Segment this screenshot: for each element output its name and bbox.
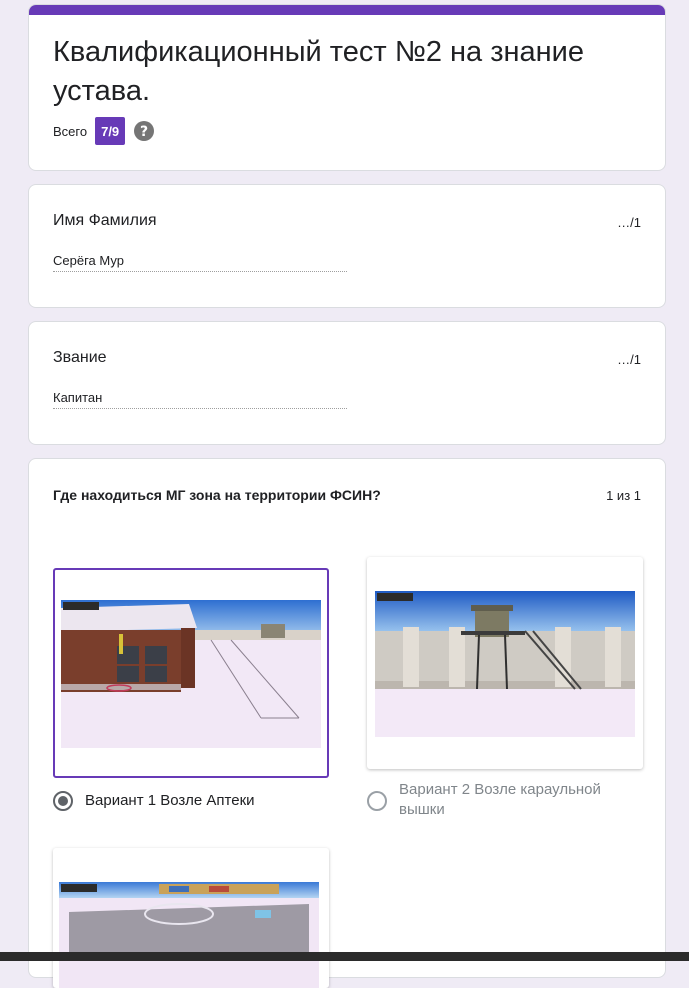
radio-checked-icon[interactable] [53, 791, 73, 811]
question-score: 1 из 1 [606, 488, 641, 503]
option-label-1[interactable]: Вариант 1 Возле Аптеки [85, 791, 325, 811]
form-header-card: Квалификационный тест №2 на знание устав… [28, 4, 666, 171]
option-image-helipad [59, 882, 319, 988]
header-accent-bar [29, 5, 665, 15]
question-answer: Капитан [53, 390, 347, 409]
help-circle-icon[interactable]: ? [134, 121, 155, 141]
question-title: Звание [53, 349, 107, 366]
question-answer: Серёга Мур [53, 253, 347, 272]
question-card-image-choice: Где находиться МГ зона на территории ФСИ… [28, 458, 666, 988]
total-score-row: Всего 7/9 ? [53, 117, 155, 145]
option-image-frame-2[interactable] [367, 557, 643, 769]
question-title: Имя Фамилия [53, 212, 157, 229]
radio-unchecked-icon[interactable] [367, 791, 387, 811]
form-title: Квалификационный тест №2 на знание устав… [53, 36, 585, 107]
question-card-rank: Звание …/1 Капитан [28, 321, 666, 445]
option-image-building [61, 600, 321, 748]
question-card-name: Имя Фамилия …/1 Серёга Мур [28, 184, 666, 308]
option-label-2[interactable]: Вариант 2 Возле караульной вышки [399, 780, 619, 820]
svg-text:?: ? [140, 124, 148, 140]
taskbar-strip [0, 952, 689, 961]
option-image-frame-1[interactable] [53, 568, 329, 778]
total-score-badge: 7/9 [95, 117, 126, 145]
question-score: …/1 [617, 215, 641, 230]
option-image-guard-tower [375, 591, 635, 737]
total-label: Всего [53, 123, 88, 139]
option-image-frame-3[interactable] [53, 848, 329, 988]
question-title: Где находиться МГ зона на территории ФСИ… [53, 487, 381, 503]
question-score: …/1 [617, 352, 641, 367]
